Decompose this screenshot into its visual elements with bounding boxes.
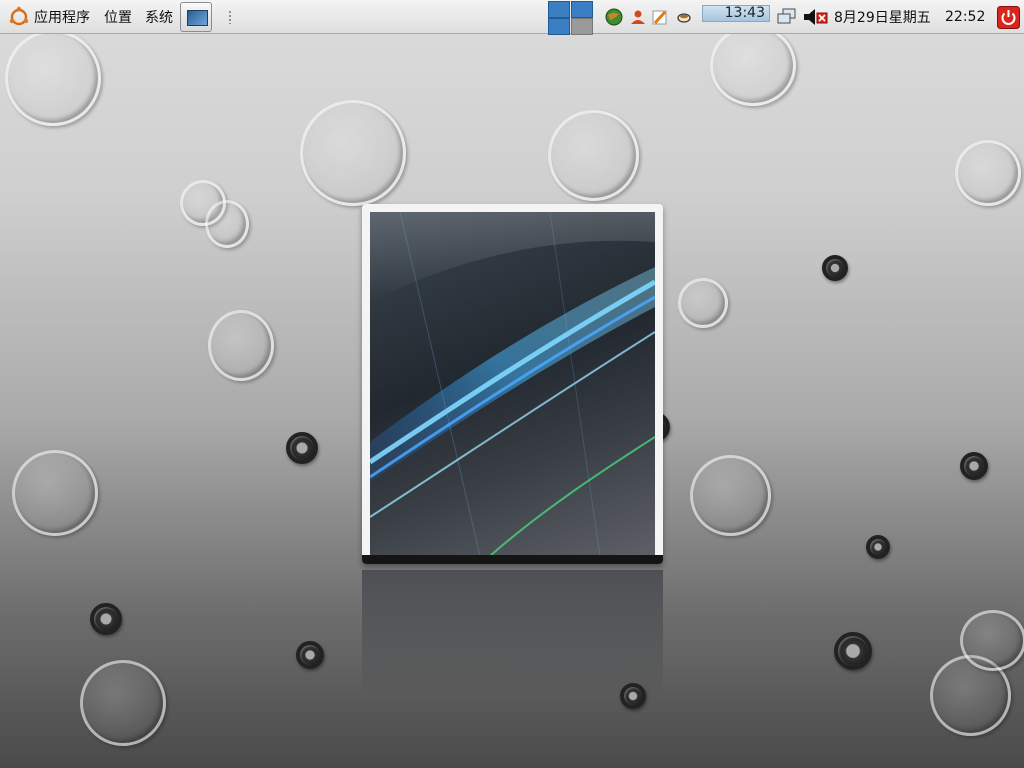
- bubble-decoration: [548, 110, 639, 201]
- volume-muted-icon: [804, 9, 828, 25]
- desktop[interactable]: 应用程序 位置 系统 13:43 8月29日星期五 22:52: [0, 0, 1024, 768]
- workspace-3[interactable]: [548, 18, 570, 35]
- bubble-decoration: [690, 455, 771, 536]
- places-menu[interactable]: 位置: [104, 0, 132, 34]
- edit-pencil-icon: [652, 10, 667, 25]
- network-globe-button[interactable]: [604, 0, 624, 34]
- network-status-button[interactable]: [777, 0, 797, 34]
- ubuntu-logo-icon: [9, 6, 29, 26]
- power-icon: [997, 5, 1020, 29]
- picture-frame-bottom: [362, 555, 663, 564]
- system-menu-label: 系统: [145, 10, 173, 26]
- bubble-decoration: [205, 200, 249, 248]
- top-panel: 应用程序 位置 系统 13:43 8月29日星期五 22:52: [0, 0, 1024, 35]
- abstract-light-picture: [370, 212, 655, 556]
- tea-cup-icon: [677, 13, 691, 23]
- timer-display[interactable]: 13:43: [702, 5, 770, 22]
- light-streaks-art: [370, 212, 655, 556]
- bubble-decoration: [12, 450, 98, 536]
- clock-text: 22:52: [945, 9, 986, 25]
- workspace-switcher[interactable]: [548, 1, 594, 35]
- workspace-4[interactable]: [571, 18, 593, 35]
- clock-display[interactable]: 22:52: [945, 0, 985, 34]
- dark-bubble-decoration: [822, 255, 848, 281]
- bubble-decoration: [710, 25, 796, 106]
- dark-bubble-decoration: [834, 632, 872, 670]
- dark-bubble-decoration: [960, 452, 988, 480]
- show-desktop-button[interactable]: [180, 2, 212, 32]
- network-globe-icon: [605, 8, 623, 26]
- dark-bubble-decoration: [866, 535, 890, 559]
- main-menu-button[interactable]: [8, 0, 30, 34]
- dark-bubble-decoration: [286, 432, 318, 464]
- date-text: 8月29日星期五: [834, 10, 931, 26]
- tea-timer-button[interactable]: [675, 0, 693, 34]
- workspace-1[interactable]: [548, 1, 570, 18]
- date-display[interactable]: 8月29日星期五: [834, 0, 931, 34]
- places-menu-label: 位置: [104, 10, 132, 26]
- dark-bubble-decoration: [296, 641, 324, 669]
- timer-display-text: 13:43: [724, 5, 765, 21]
- volume-button[interactable]: [803, 0, 831, 34]
- system-menu[interactable]: 系统: [145, 0, 173, 34]
- text-editor-button[interactable]: [651, 0, 669, 34]
- bubble-decoration: [208, 310, 274, 381]
- user-switcher-button[interactable]: [629, 0, 647, 34]
- user-icon: [631, 10, 645, 24]
- dark-bubble-decoration: [90, 603, 122, 635]
- workspace-2[interactable]: [571, 1, 593, 18]
- bubble-decoration: [80, 660, 166, 746]
- applications-menu-label: 应用程序: [34, 10, 90, 26]
- bubble-decoration: [300, 100, 406, 206]
- wallpaper-picture-frame: [362, 204, 663, 564]
- network-status-icon: [777, 8, 796, 24]
- picture-reflection: [362, 570, 663, 700]
- bubble-decoration: [678, 278, 728, 328]
- bubble-decoration: [5, 30, 101, 126]
- bubble-decoration: [960, 610, 1024, 671]
- bubble-decoration: [955, 140, 1021, 206]
- shutdown-button[interactable]: [997, 0, 1020, 34]
- show-desktop-icon: [187, 10, 208, 26]
- panel-drag-handle[interactable]: [228, 10, 232, 24]
- applications-menu[interactable]: 应用程序: [34, 0, 90, 34]
